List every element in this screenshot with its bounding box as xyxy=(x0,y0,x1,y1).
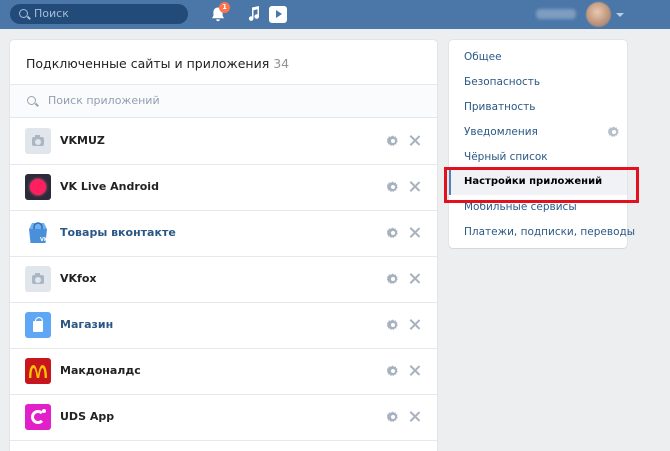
gear-icon[interactable] xyxy=(387,273,399,285)
search-placeholder: Поиск xyxy=(34,7,69,20)
vk-shop-bag-icon[interactable]: VK xyxy=(25,220,51,246)
app-name[interactable]: UDS App xyxy=(60,410,114,423)
gear-icon[interactable] xyxy=(387,135,399,147)
close-icon[interactable] xyxy=(409,365,420,376)
close-icon[interactable] xyxy=(409,181,420,192)
uds-logo-icon[interactable] xyxy=(25,404,51,430)
chevron-down-icon[interactable] xyxy=(616,13,624,17)
svg-text:VK: VK xyxy=(40,237,49,243)
menu-item-payments[interactable]: Платежи, подписки, переводы xyxy=(449,220,635,245)
connected-apps-panel: Подключенные сайты и приложения 34 Поиск … xyxy=(10,40,437,451)
app-row: Магазин xyxy=(10,303,437,349)
menu-item-label: Общее xyxy=(464,51,502,63)
gear-icon[interactable] xyxy=(387,319,399,331)
page-title-text: Подключенные сайты и приложения xyxy=(26,56,270,71)
apps-count: 34 xyxy=(273,56,290,71)
search-icon xyxy=(19,9,28,18)
gear-icon[interactable] xyxy=(387,365,399,377)
app-name[interactable]: VKfox xyxy=(60,272,96,285)
menu-item-label: Платежи, подписки, переводы xyxy=(464,226,636,238)
search-icon xyxy=(27,96,36,105)
app-name[interactable]: Магазин xyxy=(60,318,113,331)
app-name[interactable]: VKMUZ xyxy=(60,134,105,147)
highlight-annotation xyxy=(444,167,639,203)
avatar[interactable] xyxy=(586,2,611,27)
gear-icon[interactable] xyxy=(387,227,399,239)
app-search-input[interactable]: Поиск приложений xyxy=(10,85,437,118)
vk-live-icon[interactable] xyxy=(25,174,51,200)
app-row: VKfox xyxy=(10,257,437,303)
app-name[interactable]: VK Live Android xyxy=(60,180,159,193)
menu-item-notifications[interactable]: Уведомления xyxy=(449,120,627,145)
app-row: UDS App xyxy=(10,395,437,441)
settings-menu: Общее Безопасность Приватность Уведомлен… xyxy=(449,40,635,248)
app-name[interactable]: Товары вконтакте xyxy=(60,226,176,239)
app-name[interactable]: Макдоналдс xyxy=(60,364,141,377)
gear-icon[interactable] xyxy=(387,411,399,423)
global-search-input[interactable]: Поиск xyxy=(10,4,188,24)
app-row: VKMUZ xyxy=(10,119,437,165)
user-name-blurred[interactable] xyxy=(536,9,576,19)
menu-item-label: Уведомления xyxy=(464,126,538,138)
close-icon[interactable] xyxy=(409,273,420,284)
app-row: Макдоналдс xyxy=(10,349,437,395)
close-icon[interactable] xyxy=(409,411,420,422)
camera-placeholder-icon[interactable] xyxy=(25,266,51,292)
top-bar: Поиск 1 xyxy=(0,0,670,29)
close-icon[interactable] xyxy=(409,227,420,238)
menu-item-privacy[interactable]: Приватность xyxy=(449,95,627,120)
menu-item-security[interactable]: Безопасность xyxy=(449,70,627,95)
page-title: Подключенные сайты и приложения 34 xyxy=(26,56,289,71)
menu-item-label: Безопасность xyxy=(464,76,541,88)
camera-placeholder-icon[interactable] xyxy=(25,128,51,154)
mcdonalds-logo-icon[interactable] xyxy=(25,358,51,384)
shopping-bag-icon[interactable] xyxy=(25,312,51,338)
notifications-badge: 1 xyxy=(219,2,230,13)
app-row: VK Товары вконтакте xyxy=(10,211,437,257)
close-icon[interactable] xyxy=(409,319,420,330)
gear-icon[interactable] xyxy=(608,126,620,138)
app-search-placeholder: Поиск приложений xyxy=(48,94,160,107)
menu-item-label: Приватность xyxy=(464,101,536,113)
menu-item-general[interactable]: Общее xyxy=(449,45,627,70)
app-row: VK Live Android xyxy=(10,165,437,211)
music-note-icon[interactable] xyxy=(247,5,261,23)
video-play-icon[interactable] xyxy=(269,6,287,23)
gear-icon[interactable] xyxy=(387,181,399,193)
menu-item-label: Чёрный список xyxy=(464,151,548,163)
close-icon[interactable] xyxy=(409,135,420,146)
